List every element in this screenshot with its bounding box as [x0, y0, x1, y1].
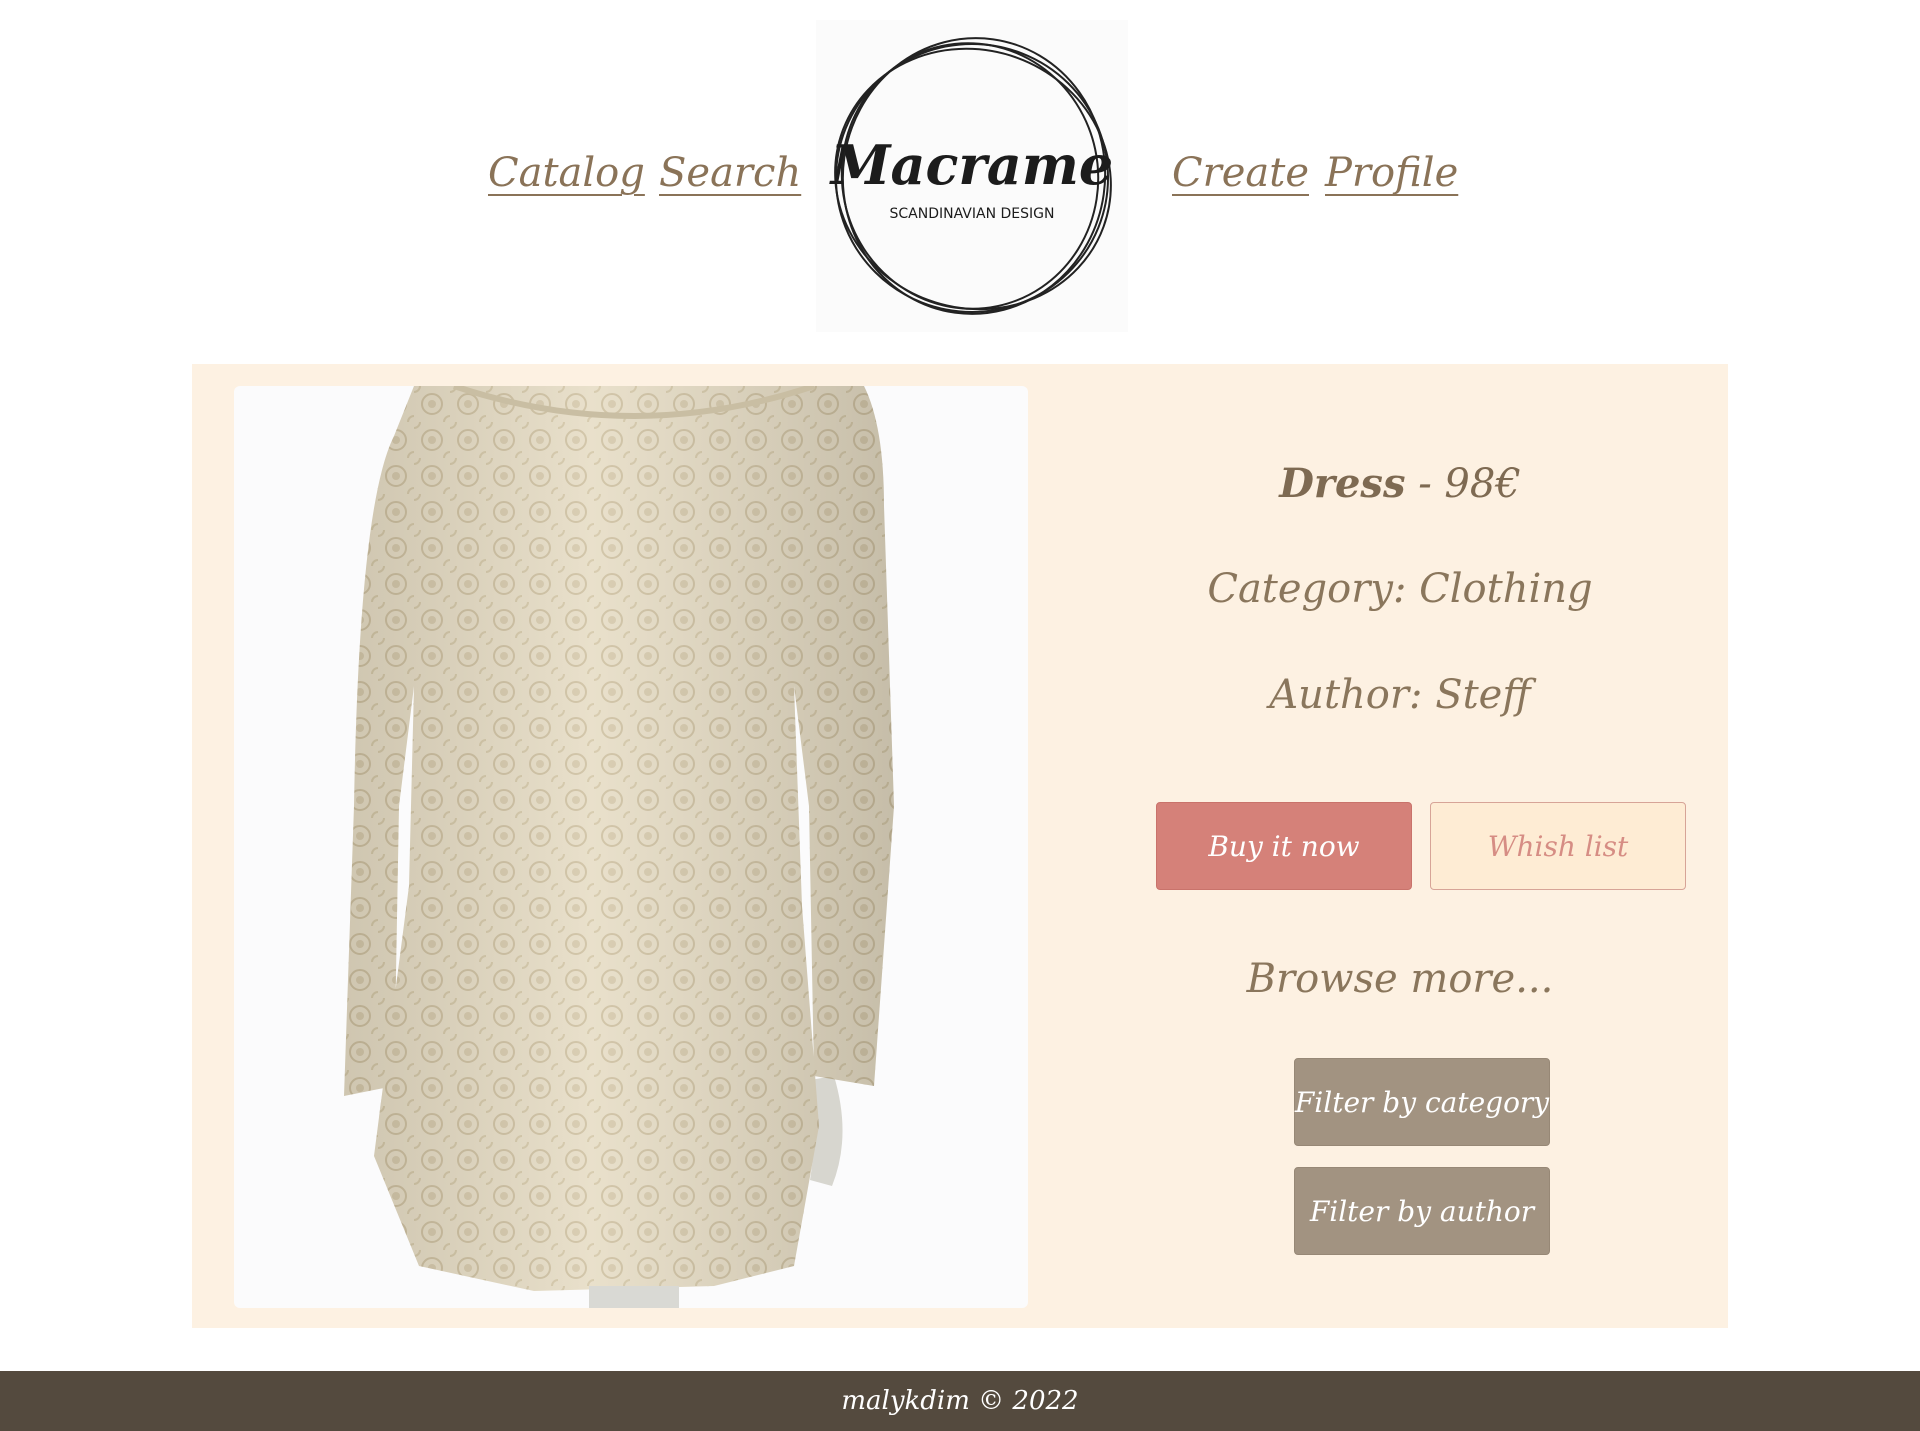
logo-wordmark: Macrame	[829, 133, 1114, 197]
author-value: Steff	[1435, 672, 1531, 718]
author-label: Author:	[1269, 672, 1423, 718]
wishlist-button[interactable]: Whish list	[1430, 802, 1686, 890]
site-logo[interactable]: Macrame SCANDINAVIAN DESIGN	[816, 20, 1128, 332]
filter-by-author-button[interactable]: Filter by author	[1294, 1167, 1550, 1255]
browse-more-heading: Browse more...	[1246, 956, 1554, 1002]
product-image	[234, 386, 1028, 1308]
category-value: Clothing	[1419, 566, 1593, 612]
site-header: Catalog Search Macrame SCANDINAVIAN DESI…	[0, 0, 1920, 340]
category-label: Category:	[1207, 566, 1407, 612]
product-title-line: Dress - 98€	[1072, 460, 1728, 507]
footer-copyright: malykdim © 2022	[841, 1386, 1079, 1416]
product-price: 98€	[1444, 461, 1521, 507]
product-category-line: Category: Clothing	[1072, 566, 1728, 612]
logo-tagline: SCANDINAVIAN DESIGN	[890, 206, 1055, 222]
product-card: Dress - 98€ Category: Clothing Author: S…	[192, 364, 1728, 1328]
filter-by-category-button[interactable]: Filter by category	[1294, 1058, 1550, 1146]
nav-catalog-link[interactable]: Catalog	[488, 150, 645, 196]
product-info: Dress - 98€ Category: Clothing Author: S…	[1072, 364, 1728, 1328]
logo-circle-graphic: Macrame SCANDINAVIAN DESIGN	[829, 37, 1114, 315]
nav-profile-link[interactable]: Profile	[1325, 150, 1458, 196]
buy-now-button[interactable]: Buy it now	[1156, 802, 1412, 890]
product-author-line: Author: Steff	[1072, 672, 1728, 718]
nav-search-link[interactable]: Search	[659, 150, 801, 196]
price-separator: -	[1418, 461, 1432, 507]
nav-create-link[interactable]: Create	[1172, 150, 1309, 196]
dress-photo-icon	[344, 386, 894, 1308]
site-footer: malykdim © 2022	[0, 1371, 1920, 1431]
product-name: Dress	[1279, 460, 1406, 507]
